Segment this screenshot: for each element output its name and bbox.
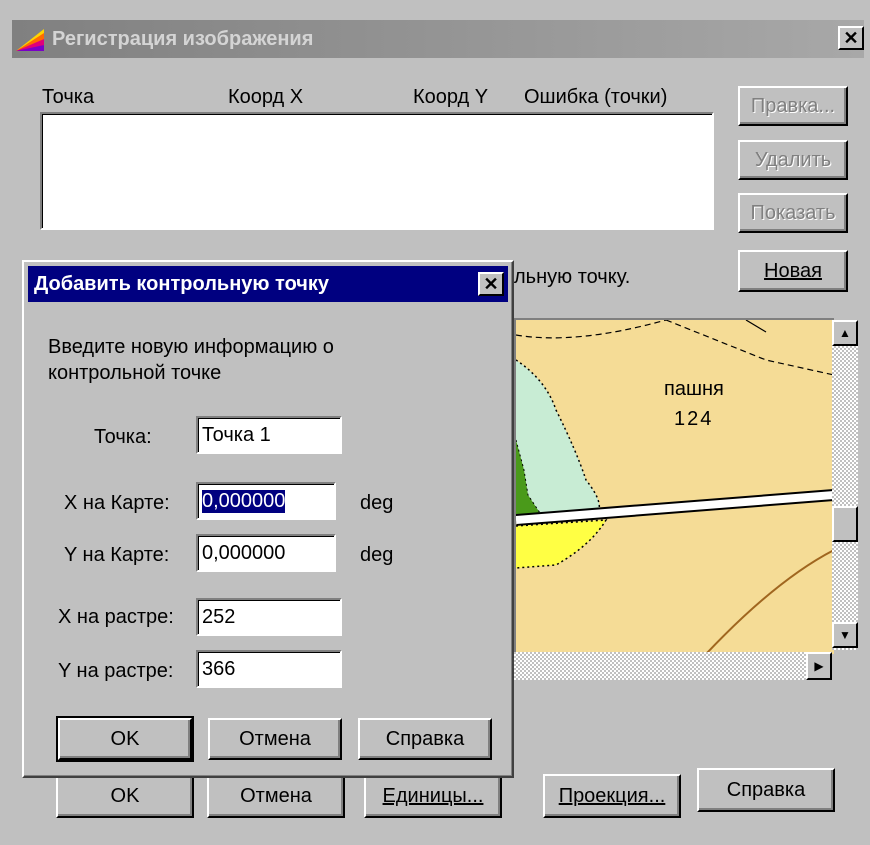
point-name-label: Точка: (94, 426, 152, 448)
map-vertical-scrollbar[interactable] (832, 320, 858, 650)
map-image (516, 320, 834, 654)
raster-x-input[interactable]: 252 (196, 598, 342, 636)
dialog-help-button[interactable]: Справка (358, 718, 492, 760)
map-label-name: пашня (664, 378, 724, 400)
units-button[interactable]: Единицы... (364, 774, 502, 818)
vertical-scroll-thumb[interactable] (832, 506, 858, 542)
delete-button[interactable]: Удалить (738, 140, 848, 180)
hint-text: льную точку. (514, 266, 631, 288)
map-x-label: X на Карте: (64, 492, 170, 514)
scroll-down-button[interactable]: ▼ (832, 622, 858, 648)
close-icon: ✕ (843, 28, 859, 48)
scroll-down-icon: ▼ (839, 628, 851, 642)
dialog-title-bar[interactable]: Добавить контрольную точку (28, 266, 508, 302)
point-name-input[interactable]: Точка 1 (196, 416, 342, 454)
scroll-up-icon: ▲ (839, 326, 851, 340)
map-label-number: 124 (674, 408, 714, 430)
main-window-title: Регистрация изображения (52, 27, 314, 50)
map-view[interactable]: пашня 124 (514, 318, 834, 654)
main-help-button[interactable]: Справка (697, 768, 835, 812)
raster-y-input[interactable]: 366 (196, 650, 342, 688)
scroll-right-icon: ▶ (814, 659, 824, 673)
map-horizontal-scrollbar[interactable] (514, 652, 832, 680)
add-control-point-dialog: Добавить контрольную точку ✕ Введите нов… (22, 260, 514, 778)
control-points-list[interactable] (40, 112, 714, 230)
scroll-right-button[interactable]: ▶ (806, 652, 832, 680)
map-x-selected-text: 0,000000 (202, 489, 286, 513)
app-logo-icon (14, 25, 48, 53)
edit-button[interactable]: Правка... (738, 86, 848, 126)
dialog-instruction-line2: контрольной точке (48, 362, 222, 384)
projection-button[interactable]: Проекция... (543, 774, 681, 818)
show-button[interactable]: Показать (738, 193, 848, 233)
column-header-error: Ошибка (точки) (524, 86, 668, 108)
dialog-title: Добавить контрольную точку (34, 272, 330, 295)
dialog-ok-button[interactable]: OK (56, 716, 194, 762)
map-y-unit: deg (360, 544, 394, 566)
raster-y-label: Y на растре: (58, 660, 174, 682)
raster-x-label: X на растре: (58, 606, 174, 628)
new-button[interactable]: Новая (738, 250, 848, 292)
close-icon: ✕ (483, 274, 499, 294)
main-title-bar[interactable]: Регистрация изображения (12, 20, 864, 58)
dialog-cancel-button[interactable]: Отмена (208, 718, 342, 760)
main-ok-button[interactable]: OK (56, 774, 194, 818)
column-header-coord-y: Коорд Y (413, 86, 489, 108)
column-header-coord-x: Коорд X (228, 86, 304, 108)
dialog-close-button[interactable]: ✕ (478, 272, 504, 296)
column-header-point: Точка (42, 86, 95, 108)
map-y-input[interactable]: 0,000000 (196, 534, 336, 572)
map-x-unit: deg (360, 492, 394, 514)
main-close-button[interactable]: ✕ (838, 26, 864, 50)
map-y-label: Y на Карте: (64, 544, 170, 566)
dialog-instruction-line1: Введите новую информацию о (48, 336, 334, 358)
scroll-up-button[interactable]: ▲ (832, 320, 858, 346)
map-x-input[interactable]: 0,000000 (196, 482, 336, 520)
main-cancel-button[interactable]: Отмена (207, 774, 345, 818)
